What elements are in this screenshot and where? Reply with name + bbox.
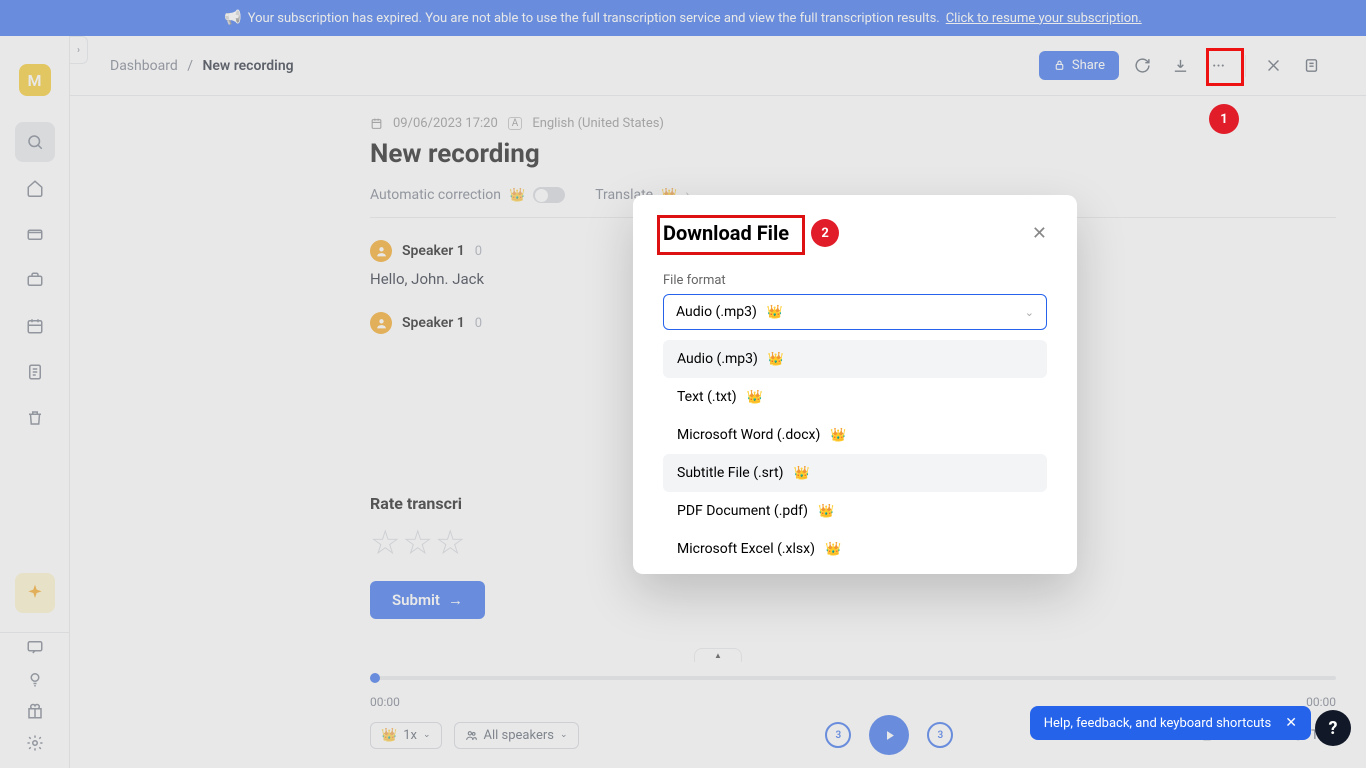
format-option[interactable]: PDF Document (.pdf)👑 [663, 492, 1047, 530]
annotation-badge-2: 2 [811, 219, 839, 247]
help-button[interactable]: ? [1315, 710, 1351, 746]
crown-icon: 👑 [793, 466, 809, 481]
format-option[interactable]: Subtitle File (.srt)👑 [663, 454, 1047, 492]
crown-icon: 👑 [818, 504, 834, 519]
help-tooltip[interactable]: Help, feedback, and keyboard shortcuts ✕ [1030, 706, 1311, 740]
annotation-badge-1: 1 [1209, 104, 1239, 134]
close-icon[interactable]: ✕ [1285, 715, 1297, 731]
format-option[interactable]: Microsoft Word (.docx)👑 [663, 416, 1047, 454]
field-label: File format [663, 273, 1047, 288]
crown-icon: 👑 [747, 390, 763, 405]
format-dropdown: Audio (.mp3)👑Text (.txt)👑Microsoft Word … [663, 340, 1047, 574]
format-select[interactable]: Audio (.mp3) 👑 ⌄ [663, 294, 1047, 330]
annotation-box-1 [1206, 48, 1244, 86]
download-modal: Download File 2 ✕ File format Audio (.mp… [633, 195, 1077, 574]
crown-icon: 👑 [768, 352, 784, 367]
chevron-down-icon: ⌄ [1025, 306, 1034, 319]
format-option[interactable]: Text (.txt)👑 [663, 378, 1047, 416]
format-option[interactable]: Audio (.mp3)👑 [663, 340, 1047, 378]
close-icon[interactable]: ✕ [1032, 223, 1047, 244]
crown-icon: 👑 [825, 542, 841, 557]
annotation-box-2 [657, 215, 805, 255]
crown-icon: 👑 [830, 428, 846, 443]
format-option[interactable]: Microsoft Excel (.xlsx)👑 [663, 530, 1047, 568]
crown-icon: 👑 [767, 305, 783, 320]
